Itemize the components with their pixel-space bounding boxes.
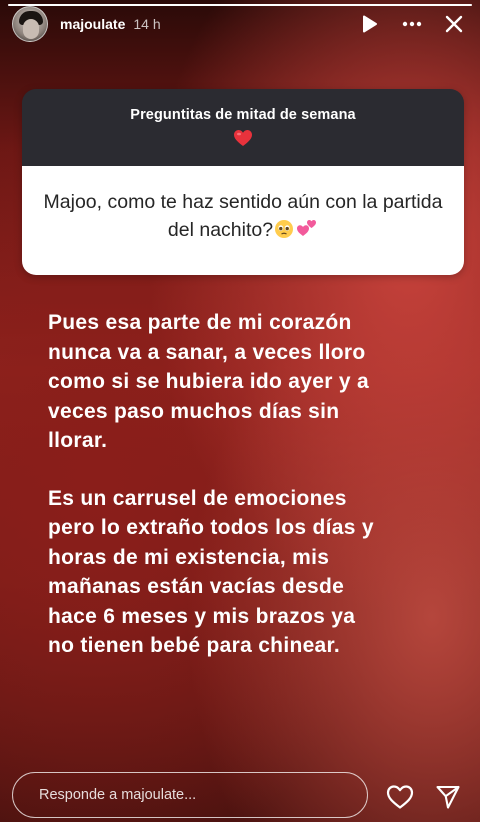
question-sticker-title: Preguntitas de mitad de semana — [130, 107, 356, 123]
red-heart-icon — [234, 130, 252, 146]
question-text: Majoo, como te haz sentido aún con la pa… — [42, 188, 444, 244]
question-sticker: Preguntitas de mitad de semana Majoo, co… — [22, 89, 464, 275]
question-text-content: Majoo, como te haz sentido aún con la pa… — [43, 191, 443, 241]
question-sticker-header: Preguntitas de mitad de semana — [22, 89, 464, 166]
two-hearts-icon — [297, 220, 317, 236]
question-sticker-body: Majoo, como te haz sentido aún con la pa… — [22, 166, 464, 275]
reply-placeholder: Responde a majoulate... — [39, 787, 197, 803]
story-timestamp: 14 h — [133, 16, 161, 32]
username[interactable]: majoulate — [60, 16, 125, 32]
answer-paragraph-2: Es un carrusel de emociones pero lo extr… — [48, 486, 374, 658]
close-icon[interactable] — [440, 10, 468, 38]
story-viewer[interactable]: majoulate 14 h Preguntitas de mitad de s… — [0, 0, 480, 822]
answer-text: Pues esa parte de mi corazón nunca va a … — [48, 308, 378, 689]
heart-outline-icon[interactable] — [386, 783, 414, 811]
send-icon[interactable] — [434, 783, 462, 811]
more-icon[interactable] — [398, 10, 426, 38]
play-icon[interactable] — [356, 10, 384, 38]
story-header: majoulate 14 h — [12, 4, 468, 44]
reply-input[interactable]: Responde a majoulate... — [12, 772, 368, 818]
pleading-face-icon — [275, 220, 294, 238]
answer-paragraph-1: Pues esa parte de mi corazón nunca va a … — [48, 311, 369, 452]
avatar[interactable] — [12, 6, 48, 42]
